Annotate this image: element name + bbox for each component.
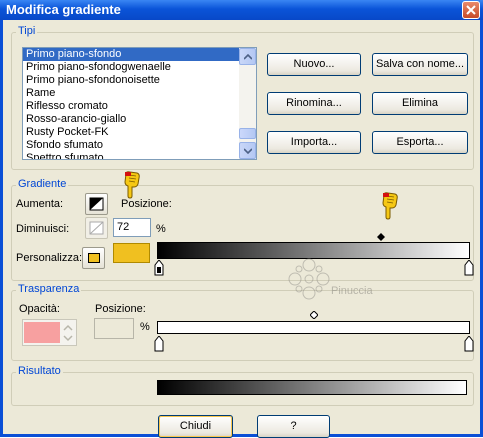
gradiente-group: Gradiente xyxy=(11,178,474,281)
elimina-button[interactable]: Elimina xyxy=(372,92,468,115)
black-triangle-icon xyxy=(89,197,104,211)
list-item[interactable]: Rame xyxy=(23,87,239,100)
importa-button[interactable]: Importa... xyxy=(267,131,361,154)
close-button[interactable] xyxy=(462,1,480,19)
spin-arrows-icon xyxy=(63,324,73,342)
chevron-up-icon xyxy=(244,54,252,60)
opacita-swatch xyxy=(24,322,60,343)
trasp-posizione-percent: % xyxy=(140,321,150,333)
watermark: Pinuccia xyxy=(271,245,391,315)
diminuisci-label: Diminuisci: xyxy=(16,223,70,235)
list-item[interactable]: Primo piano-sfondogwenaelle xyxy=(23,61,239,74)
flower-watermark-icon xyxy=(288,258,330,300)
list-item[interactable]: Sfondo sfumato xyxy=(23,139,239,152)
rinomina-button[interactable]: Rinomina... xyxy=(267,92,361,115)
chevron-down-icon xyxy=(244,148,252,154)
gradient-list[interactable]: Primo piano-sfondo Primo piano-sfondogwen… xyxy=(22,47,257,160)
aumenta-button[interactable] xyxy=(85,193,108,215)
color-swatch-small xyxy=(88,253,100,263)
posizione-input[interactable]: 72 xyxy=(113,218,151,237)
aumenta-label: Aumenta: xyxy=(16,198,64,210)
result-gradient-preview xyxy=(157,380,467,395)
opacita-label: Opacità: xyxy=(19,303,60,315)
list-item[interactable]: Primo piano-sfondo xyxy=(23,48,239,61)
midpoint-marker[interactable] xyxy=(377,233,385,241)
title-bar: Modifica gradiente xyxy=(0,0,483,20)
color-stop-start[interactable] xyxy=(154,260,164,276)
hand-pointer-icon-2 xyxy=(382,192,398,220)
scroll-up-button[interactable] xyxy=(239,48,256,65)
custom-color-swatch[interactable] xyxy=(113,243,150,263)
hand-pointer-icon xyxy=(124,171,140,199)
white-triangle-icon xyxy=(89,221,104,235)
posizione-percent: % xyxy=(156,223,166,235)
trasparenza-legend: Trasparenza xyxy=(16,283,82,295)
list-item[interactable]: Primo piano-sfondonoisette xyxy=(23,74,239,87)
trasp-posizione-label: Posizione: xyxy=(95,303,146,315)
scroll-down-button[interactable] xyxy=(239,142,256,159)
personalizza-button[interactable] xyxy=(82,247,105,269)
list-item[interactable]: Spettro sfumato xyxy=(23,152,239,159)
modifica-gradiente-dialog: Modifica gradiente Tipi Primo piano-sfon… xyxy=(0,0,483,438)
list-scrollbar[interactable] xyxy=(239,48,256,159)
personalizza-label: Personalizza: xyxy=(16,252,83,264)
gradiente-legend: Gradiente xyxy=(16,178,69,190)
help-button[interactable]: ? xyxy=(257,415,330,438)
gradient-list-items: Primo piano-sfondo Primo piano-sfondogwen… xyxy=(23,48,239,159)
list-item[interactable]: Rosso-arancio-giallo xyxy=(23,113,239,126)
scroll-thumb[interactable] xyxy=(239,128,256,139)
trasp-posizione-input[interactable] xyxy=(94,318,134,339)
list-item[interactable]: Riflesso cromato xyxy=(23,100,239,113)
trasp-stop-end[interactable] xyxy=(464,336,474,352)
risultato-legend: Risultato xyxy=(16,365,63,377)
list-item[interactable]: Rusty Pocket-FK xyxy=(23,126,239,139)
close-icon xyxy=(466,5,476,15)
opacita-combo[interactable] xyxy=(22,319,77,346)
salva-con-nome-button[interactable]: Salva con nome... xyxy=(372,53,468,76)
color-stop-end[interactable] xyxy=(464,260,474,276)
chiudi-button[interactable]: Chiudi xyxy=(158,415,233,438)
diminuisci-button[interactable] xyxy=(85,217,108,239)
transparency-bar[interactable] xyxy=(157,321,470,334)
nuovo-button[interactable]: Nuovo... xyxy=(267,53,361,76)
tipi-legend: Tipi xyxy=(16,25,38,37)
watermark-text: Pinuccia xyxy=(331,285,373,297)
trasp-stop-start[interactable] xyxy=(154,336,164,352)
window-title: Modifica gradiente xyxy=(6,2,121,17)
posizione-label: Posizione: xyxy=(121,198,172,210)
esporta-button[interactable]: Esporta... xyxy=(372,131,468,154)
